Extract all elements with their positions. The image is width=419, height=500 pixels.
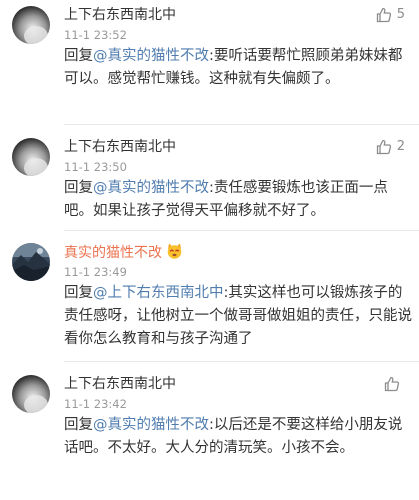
thumbs-up-icon	[375, 138, 393, 156]
like-button[interactable]: 2	[375, 138, 405, 156]
comment-item: 上下右东西南北中 11-1 23:50 2 回复@真实的猫性不改:责任感要锻炼也…	[0, 132, 419, 232]
avatar[interactable]	[12, 138, 50, 176]
comment-text: 回复@真实的猫性不改:以后还是不要这样给小朋友说话吧。不太好。大人分的清玩笑。小…	[64, 414, 414, 460]
reply-prefix: 回复	[64, 285, 93, 301]
thumbs-up-icon	[375, 6, 393, 24]
like-button[interactable]	[383, 375, 405, 393]
thumbs-up-icon	[383, 375, 401, 393]
username[interactable]: 上下右东西南北中	[64, 138, 176, 156]
username[interactable]: 上下右东西南北中	[64, 375, 176, 393]
comment-item: 真实的猫性不改 11-1 23:49 回复@上下右东西南北中:其实这样也可以锻炼…	[0, 237, 419, 362]
like-count: 2	[396, 139, 405, 154]
reply-prefix: 回复	[64, 48, 93, 64]
mention-link[interactable]: @真实的猫性不改	[93, 48, 209, 64]
comment-item: 上下右东西南北中 11-1 23:42 回复@真实的猫性不改:以后还是不要这样给…	[0, 369, 419, 500]
username[interactable]: 真实的猫性不改	[64, 243, 183, 264]
divider	[64, 230, 419, 231]
timestamp: 11-1 23:50	[64, 160, 127, 174]
divider	[64, 361, 419, 362]
cat-face-emoji-icon	[166, 243, 183, 264]
avatar[interactable]	[12, 243, 50, 281]
timestamp: 11-1 23:49	[64, 265, 127, 279]
comment-text: 回复@真实的猫性不改:责任感要锻炼也该正面一点吧。如果让孩子觉得天平偏移就不好了…	[64, 177, 414, 223]
mention-link[interactable]: @真实的猫性不改	[93, 180, 209, 196]
timestamp: 11-1 23:52	[64, 28, 127, 42]
like-count: 5	[396, 7, 405, 22]
avatar[interactable]	[12, 6, 50, 44]
comment-text: 回复@真实的猫性不改:要听话要帮忙照顾弟弟妹妹都可以。感觉帮忙赚钱。这种就有失偏…	[64, 45, 414, 91]
comment-text: 回复@上下右东西南北中:其实这样也可以锻炼孩子的责任感呀，让他树立一个做哥哥做姐…	[64, 282, 414, 351]
comment-item: 上下右东西南北中 11-1 23:52 5 回复@真实的猫性不改:要听话要帮忙照…	[0, 0, 419, 125]
reply-prefix: 回复	[64, 417, 93, 433]
mention-link[interactable]: @上下右东西南北中	[93, 285, 224, 301]
username[interactable]: 上下右东西南北中	[64, 6, 176, 24]
timestamp: 11-1 23:42	[64, 397, 127, 411]
divider	[64, 124, 419, 125]
reply-prefix: 回复	[64, 180, 93, 196]
avatar[interactable]	[12, 375, 50, 413]
username-text[interactable]: 真实的猫性不改	[64, 245, 162, 261]
mention-link[interactable]: @真实的猫性不改	[93, 417, 209, 433]
like-button[interactable]: 5	[375, 6, 405, 24]
